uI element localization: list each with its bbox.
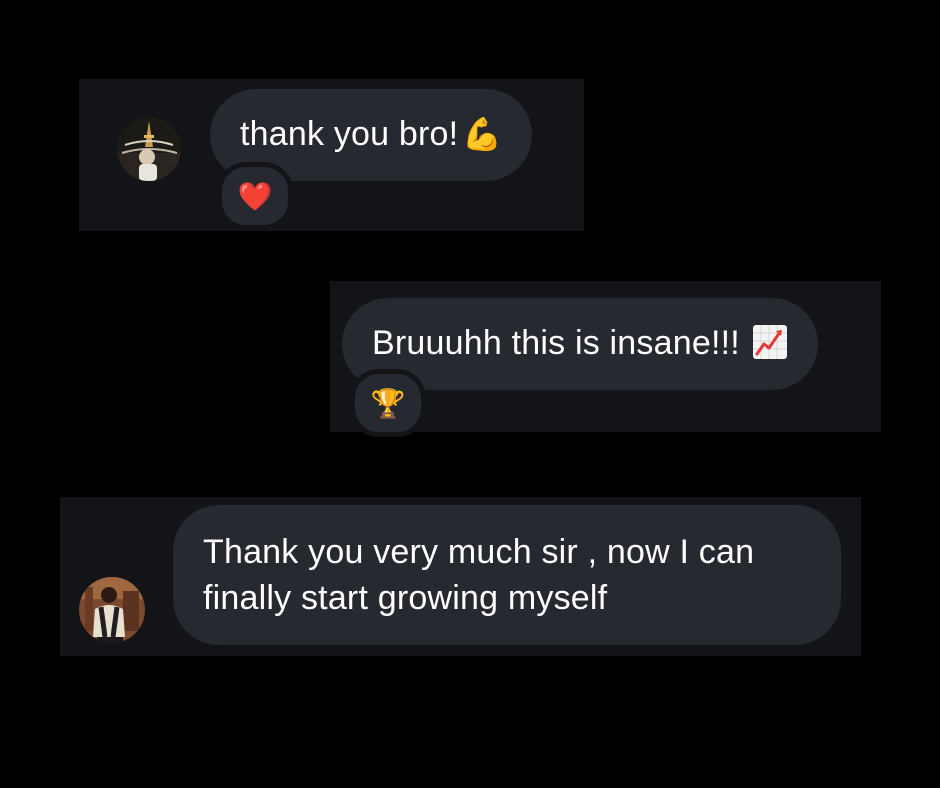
sender-avatar-3[interactable] bbox=[79, 577, 145, 643]
reaction-badge-1[interactable]: ❤️ bbox=[217, 162, 293, 230]
message-row-1: thank you bro! 💪 ❤️ bbox=[79, 79, 584, 231]
message-text: thank you bro! bbox=[240, 115, 459, 153]
message-row-3: Thank you very much sir , now I can fina… bbox=[60, 497, 861, 656]
chart-increasing-icon bbox=[752, 324, 788, 360]
avatar-photo-icon bbox=[79, 577, 145, 643]
heart-icon: ❤️ bbox=[237, 180, 273, 212]
flexed-biceps-icon: 💪 bbox=[462, 116, 503, 152]
trophy-icon: 🏆 bbox=[370, 387, 406, 419]
message-text: Thank you very much sir , now I can fina… bbox=[203, 533, 755, 617]
sender-avatar-1[interactable] bbox=[117, 117, 181, 181]
message-text: Bruuuhh this is insane!!! bbox=[372, 324, 740, 362]
reaction-badge-2[interactable]: 🏆 bbox=[350, 369, 426, 437]
avatar-photo-icon bbox=[117, 117, 181, 181]
message-bubble-3[interactable]: Thank you very much sir , now I can fina… bbox=[173, 505, 841, 645]
message-row-2: Bruuuhh this is insane!!! 🏆 bbox=[330, 281, 881, 437]
